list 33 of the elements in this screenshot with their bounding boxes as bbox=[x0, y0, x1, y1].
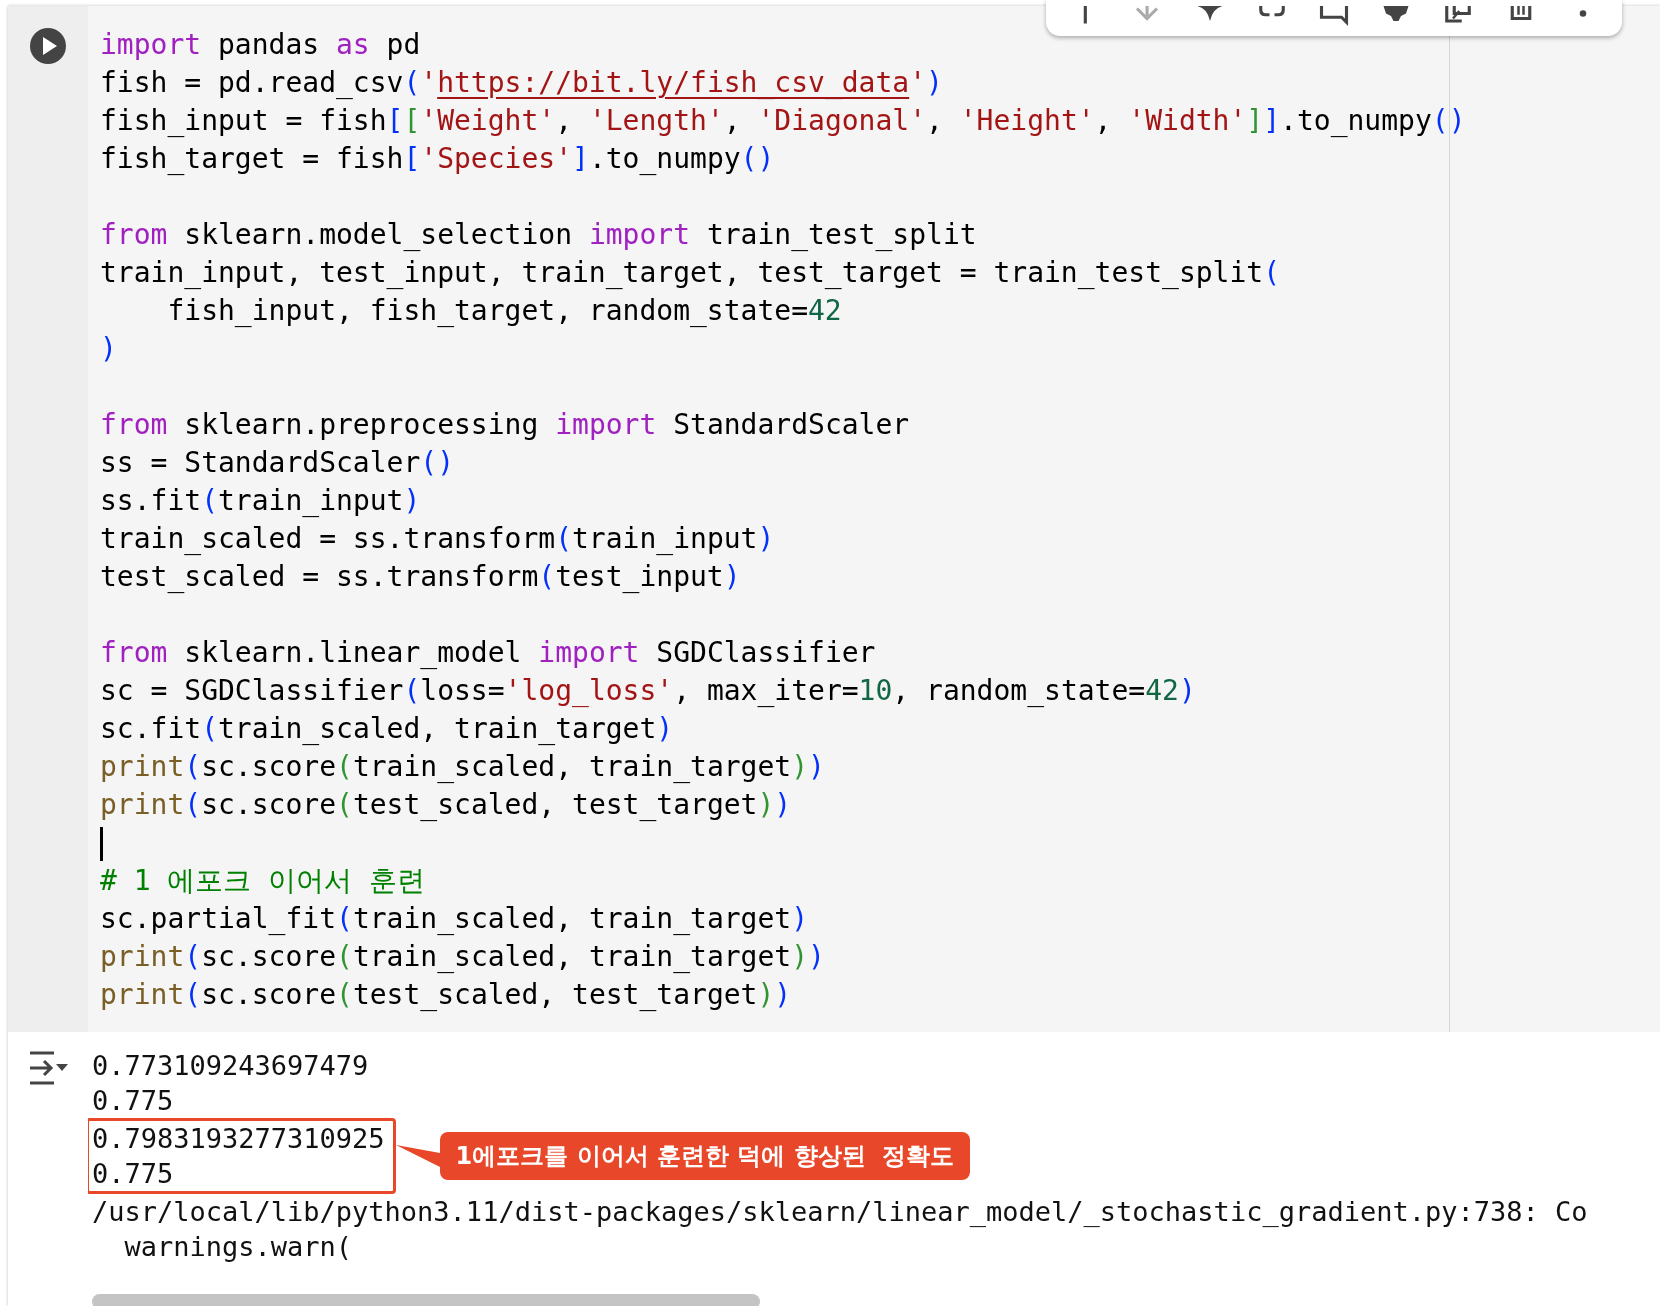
code-line: sc.partial_fit(train_scaled, train_target) bbox=[100, 901, 810, 937]
code-line: from sklearn.preprocessing import StandardScaler bbox=[100, 407, 911, 443]
comment-icon[interactable] bbox=[1319, 6, 1349, 26]
output-line: warnings.warn( bbox=[123, 1230, 354, 1264]
code-line: ss.fit(train_input) bbox=[100, 483, 422, 519]
code-line: ) bbox=[100, 331, 118, 367]
code-line: print(sc.score(test_scaled, test_target)) bbox=[100, 787, 793, 823]
code-line: train_scaled = ss.transform(train_input) bbox=[100, 521, 776, 557]
code-line: fish_input = fish[['Weight', 'Length', 'Diagonal', 'Height', 'Width']].to_numpy() bbox=[100, 103, 1467, 139]
code-line: sc = SGDClassifier(loss='log_loss', max_iter=10, random_state=42) bbox=[100, 673, 1197, 709]
code-line: test_scaled = ss.transform(test_input) bbox=[100, 559, 742, 595]
code-line: fish = pd.read_csv('https://bit.ly/fish_csv_data') bbox=[100, 65, 944, 101]
scrollbar[interactable] bbox=[92, 1294, 760, 1306]
output-line: 0.773109243697479 bbox=[92, 1049, 370, 1083]
code-line: ss = StandardScaler() bbox=[100, 445, 455, 481]
run-button[interactable] bbox=[28, 26, 68, 66]
output-line: 0.775 bbox=[92, 1157, 175, 1191]
output-line: /usr/local/lib/python3.11/dist-packages/sklearn/linear_model/_stochastic_gradient.py:738: Co bbox=[92, 1195, 1589, 1229]
callout-label: 1에포크를 이어서 훈련한 덕에 향상된 정확도 bbox=[439, 1132, 971, 1180]
code-line: # 1 에포크 이어서 훈련 bbox=[100, 863, 427, 899]
text-cursor bbox=[100, 827, 103, 861]
code-line: print(sc.score(train_scaled, train_target)) bbox=[100, 939, 826, 975]
output-line: 0.7983193277310925 bbox=[92, 1122, 385, 1156]
code-line: from sklearn.model_selection import train_test_split bbox=[100, 217, 978, 253]
code-line: train_input, test_input, train_target, test_target = train_test_split( bbox=[100, 255, 1282, 291]
code-line: sc.fit(train_scaled, train_target) bbox=[100, 711, 675, 747]
code-line: import pandas as pd bbox=[100, 27, 422, 63]
output-line: 0.775 bbox=[92, 1084, 175, 1118]
code-line: fish_target = fish['Species'].to_numpy() bbox=[100, 141, 776, 177]
code-line: from sklearn.linear_model import SGDClassifier bbox=[100, 635, 877, 671]
code-line: fish_input, fish_target, random_state=42 bbox=[166, 293, 843, 329]
code-line: print(sc.score(test_scaled, test_target)) bbox=[100, 977, 793, 1013]
code-line: print(sc.score(train_scaled, train_target)) bbox=[100, 749, 826, 785]
